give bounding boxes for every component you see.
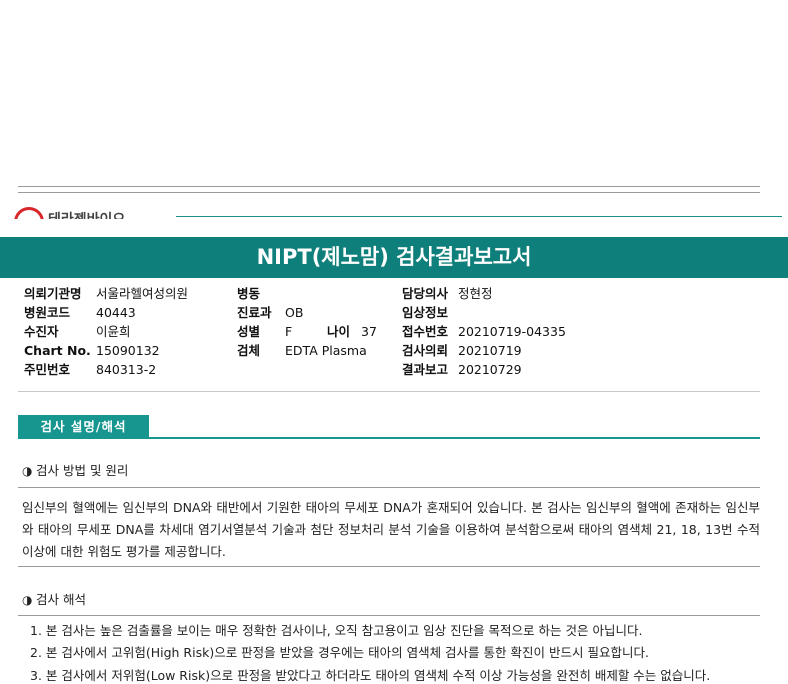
info-row: 성별 F 나이 37 <box>237 322 377 341</box>
dept-label: 진료과 <box>237 305 272 320</box>
info-value: 40443 <box>96 305 136 320</box>
interp-item: 1. 본 검사는 높은 검출률을 보이는 매우 정확한 검사이나, 오직 참고용… <box>30 623 643 638</box>
info-row: 수진자 이윤희 <box>24 322 188 341</box>
method-title: 검사 방법 및 원리 <box>36 463 129 478</box>
info-label: Chart No. <box>24 343 91 358</box>
info-row: 임상정보 <box>402 303 566 322</box>
info-divider <box>18 391 760 392</box>
half-circle-icon: ◑ <box>22 593 33 607</box>
info-row: 접수번호 20210719-04335 <box>402 322 566 341</box>
dept-value: OB <box>285 305 304 320</box>
info-label: 접수번호 <box>402 324 449 339</box>
info-row: 주민번호 840313-2 <box>24 360 188 379</box>
interp-heading: ◑ 검사 해석 <box>22 589 86 608</box>
age-label: 나이 <box>327 324 351 339</box>
info-value: 15090132 <box>96 343 160 358</box>
info-label: 주민번호 <box>24 362 71 377</box>
info-label: 담당의사 <box>402 286 449 301</box>
page-break <box>0 219 788 237</box>
info-value: 20210719 <box>458 343 522 358</box>
interp-item: 2. 본 검사에서 고위험(High Risk)으로 판정을 받았을 경우에는 … <box>30 645 649 660</box>
info-row: 담당의사 정현정 <box>402 284 566 303</box>
method-heading: ◑ 검사 방법 및 원리 <box>22 460 128 479</box>
info-label: 임상정보 <box>402 305 449 320</box>
info-col-1: 의뢰기관명 서울라헬여성의원 병원코드 40443 수진자 이윤희 Chart No.… <box>24 284 188 379</box>
method-paragraph: 임신부의 혈액에는 임신부의 DNA와 태반에서 기원한 태아의 무세포 DNA… <box>22 500 760 559</box>
info-row: 병원코드 40443 <box>24 303 188 322</box>
info-col-3: 담당의사 정현정 임상정보 접수번호 20210719-04335 검사의뢰 2021… <box>402 284 566 379</box>
info-row: Chart No. 15090132 <box>24 341 188 360</box>
info-row: 병동 <box>237 284 377 303</box>
interp-title: 검사 해석 <box>36 592 86 607</box>
info-label: 병원코드 <box>24 305 71 320</box>
half-circle-icon: ◑ <box>22 464 33 478</box>
section-underline <box>18 437 760 439</box>
info-value: 서울라헬여성의원 <box>96 286 189 301</box>
info-value: 이윤희 <box>96 324 131 339</box>
info-row: 의뢰기관명 서울라헬여성의원 <box>24 284 188 303</box>
sex-label: 성별 <box>237 324 261 339</box>
info-value: 840313-2 <box>96 362 157 377</box>
age-value: 37 <box>361 324 377 339</box>
top-rule-1 <box>18 186 760 187</box>
specimen-label: 검체 <box>237 343 261 358</box>
method-end-rule <box>18 566 760 567</box>
section-tab: 검사 설명/해석 <box>18 415 149 438</box>
info-label: 검사의뢰 <box>402 343 449 358</box>
info-row: 결과보고 20210729 <box>402 360 566 379</box>
info-label: 결과보고 <box>402 362 449 377</box>
info-label: 의뢰기관명 <box>24 286 82 301</box>
specimen-value: EDTA Plasma <box>285 343 367 358</box>
logo-rule <box>176 216 782 217</box>
info-col-2: 병동 진료과 OB 성별 F 나이 37 검체 EDTA Plasma <box>237 284 377 360</box>
interp-rule <box>18 615 760 616</box>
info-label: 수진자 <box>24 324 59 339</box>
info-row: 진료과 OB <box>237 303 377 322</box>
info-row: 검사의뢰 20210719 <box>402 341 566 360</box>
info-value: 정현정 <box>458 286 493 301</box>
method-rule <box>18 487 760 488</box>
ward-label: 병동 <box>237 286 261 301</box>
info-row: 검체 EDTA Plasma <box>237 341 377 360</box>
interp-item: 3. 본 검사에서 저위험(Low Risk)으로 판정을 받았다고 하더라도 … <box>30 668 711 683</box>
report-title: NIPT(제노맘) 검사결과보고서 <box>0 237 788 278</box>
sex-value: F <box>285 324 293 339</box>
info-value: 20210719-04335 <box>458 324 566 339</box>
top-rule-2 <box>18 192 760 193</box>
info-value: 20210729 <box>458 362 522 377</box>
